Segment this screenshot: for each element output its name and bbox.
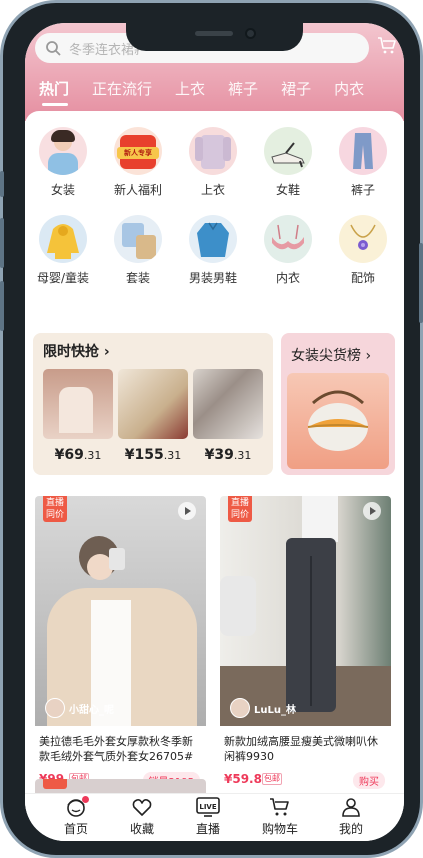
category-accessories[interactable]: 配饰 bbox=[329, 215, 397, 286]
nav-profile[interactable]: 我的 bbox=[321, 794, 381, 837]
nav-live[interactable]: LIVE 直播 bbox=[178, 794, 238, 837]
ranking-card[interactable]: 女装尖货榜 › bbox=[281, 333, 395, 475]
author[interactable]: LuLu_林 bbox=[230, 698, 296, 718]
tab-underwear[interactable]: 内衣 bbox=[334, 78, 364, 102]
category-newcomer[interactable]: 新人专享 新人福利 bbox=[104, 127, 172, 198]
tab-pants[interactable]: 裤子 bbox=[228, 78, 258, 102]
bag-image bbox=[287, 373, 389, 469]
necklace-icon bbox=[339, 215, 387, 263]
product-image[interactable]: 直播 同价 小甜心_呢 bbox=[35, 496, 206, 726]
front-camera bbox=[245, 28, 256, 39]
heart-icon bbox=[132, 799, 152, 816]
nav-favorites[interactable]: 收藏 bbox=[112, 794, 172, 837]
bottom-nav: 首页 收藏 LIVE 直播 购物车 我的 bbox=[25, 793, 404, 841]
app-screen: 冬季连衣裙新款 热门 正在流行 上衣 裤子 裙子 内衣 bbox=[25, 23, 404, 841]
author[interactable]: 小甜心_呢 bbox=[45, 698, 114, 718]
men-shirt-icon bbox=[189, 215, 237, 263]
gift-bag-icon: 新人专享 bbox=[114, 127, 162, 175]
category-shoes[interactable]: 女鞋 bbox=[254, 127, 322, 198]
play-icon[interactable] bbox=[363, 502, 381, 520]
power-button bbox=[419, 243, 423, 323]
live-price-tag: 直播 同价 bbox=[43, 496, 67, 522]
category-women[interactable]: 女装 bbox=[29, 127, 97, 198]
product-card[interactable]: 直播 同价 LuLu_林 新款加绒高腰显瘦美式微喇叭休闲裤9930 ¥59.8 包… bbox=[220, 496, 391, 792]
flash-item-price: ¥155.31 bbox=[124, 447, 182, 463]
avatar bbox=[45, 698, 65, 718]
tab-trending[interactable]: 正在流行 bbox=[92, 78, 152, 102]
free-shipping-badge: 包邮 bbox=[262, 773, 282, 785]
bra-icon bbox=[264, 215, 312, 263]
ranking-title: 女装尖货榜 › bbox=[291, 348, 372, 364]
shopping-cart-icon bbox=[270, 798, 289, 816]
woman-model-icon bbox=[39, 127, 87, 175]
mute-switch bbox=[0, 171, 4, 197]
svg-text:LIVE: LIVE bbox=[199, 803, 216, 811]
jeans-icon bbox=[339, 127, 387, 175]
product-title[interactable]: 美拉德毛毛外套女厚款秋冬季新款毛绒外套气质外套女26705# bbox=[35, 726, 206, 766]
category-menswear[interactable]: 男装男鞋 bbox=[179, 215, 247, 286]
outfit-set-icon bbox=[114, 215, 162, 263]
category-pants[interactable]: 裤子 bbox=[329, 127, 397, 198]
category-tabs: 热门 正在流行 上衣 裤子 裙子 内衣 bbox=[39, 78, 364, 106]
nav-cart[interactable]: 购物车 bbox=[250, 794, 310, 837]
product-image[interactable]: 直播 同价 LuLu_林 bbox=[220, 496, 391, 726]
notification-dot bbox=[82, 796, 89, 803]
product-card[interactable]: 直播 同价 小甜心_呢 美拉德毛毛外套女厚款秋冬季新款毛绒外套气质外套女26705… bbox=[35, 496, 206, 792]
flash-sale-title: 限时快抢 › bbox=[43, 344, 110, 360]
product-title[interactable]: 新款加绒高腰显瘦美式微喇叭休闲裤9930 bbox=[220, 726, 391, 766]
live-price-tag: 直播 同价 bbox=[228, 496, 252, 522]
flash-item-price: ¥39.31 bbox=[204, 447, 252, 463]
kids-jacket-icon bbox=[39, 215, 87, 263]
volume-up-button bbox=[0, 218, 4, 268]
product-price: ¥59.8 bbox=[224, 772, 262, 786]
heel-shoe-icon bbox=[264, 127, 312, 175]
play-icon[interactable] bbox=[178, 502, 196, 520]
shirt-icon bbox=[189, 127, 237, 175]
category-underwear[interactable]: 内衣 bbox=[254, 215, 322, 286]
tab-hot[interactable]: 热门 bbox=[39, 78, 69, 106]
flash-item-image[interactable] bbox=[193, 369, 263, 439]
search-icon bbox=[46, 41, 61, 56]
category-kids[interactable]: 母婴/童装 bbox=[29, 215, 97, 286]
live-tv-icon: LIVE bbox=[196, 797, 220, 817]
category-sets[interactable]: 套装 bbox=[104, 215, 172, 286]
flash-item-price: ¥69.31 bbox=[54, 447, 102, 463]
nav-home[interactable]: 首页 bbox=[46, 794, 106, 837]
tab-skirts[interactable]: 裙子 bbox=[281, 78, 311, 102]
flash-item-image[interactable] bbox=[43, 369, 113, 439]
buy-button[interactable]: 购买 bbox=[353, 772, 385, 789]
tab-tops[interactable]: 上衣 bbox=[175, 78, 205, 102]
volume-down-button bbox=[0, 281, 4, 331]
category-tops[interactable]: 上衣 bbox=[179, 127, 247, 198]
notch bbox=[126, 23, 303, 51]
flash-item-image[interactable] bbox=[118, 369, 188, 439]
flash-sale-card[interactable]: 限时快抢 › ¥69.31 ¥155.31 ¥39.31 bbox=[33, 333, 273, 475]
phone-frame: 冬季连衣裙新款 热门 正在流行 上衣 裤子 裙子 内衣 bbox=[0, 0, 423, 858]
chevron-right-icon: › bbox=[103, 344, 110, 360]
cart-icon[interactable] bbox=[377, 35, 397, 55]
user-icon bbox=[342, 798, 360, 817]
speaker-grille bbox=[195, 31, 233, 36]
main-content: 女装 新人专享 新人福利 上衣 女鞋 裤子 母婴/童装 套装 男装男鞋 内衣 配… bbox=[25, 111, 404, 801]
chevron-right-icon: › bbox=[365, 348, 372, 364]
avatar bbox=[230, 698, 250, 718]
